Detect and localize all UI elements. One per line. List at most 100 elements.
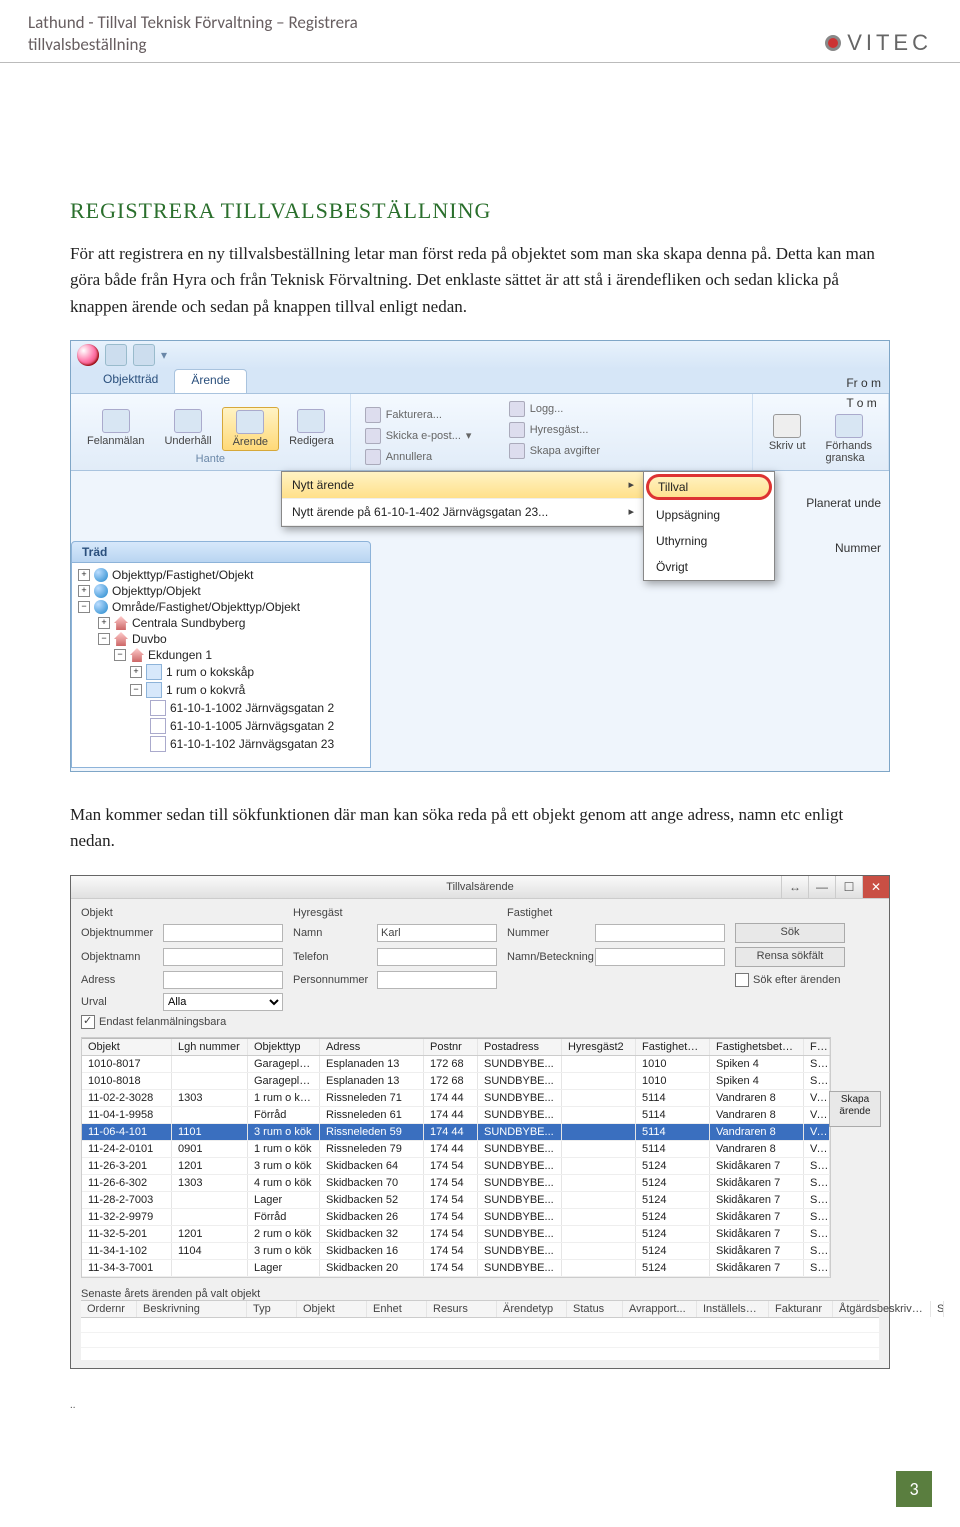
col-hyresgast2[interactable]: Hyresgäst2 <box>562 1039 636 1055</box>
collapse-icon[interactable]: − <box>114 649 126 661</box>
ribbon-forhandsgranska[interactable]: Förhands granska <box>816 412 882 466</box>
table-row[interactable]: 11-26-6-30213034 rum o kökSkidbacken 701… <box>82 1175 830 1192</box>
expand-icon[interactable]: + <box>98 617 110 629</box>
dropdown-nytt-arende[interactable]: Nytt ärende▸ <box>282 472 644 499</box>
tree-node[interactable]: 61-10-1-1005 Järnvägsgatan 2 <box>170 719 334 733</box>
ribbon-fakturera[interactable]: Fakturera... <box>357 406 480 424</box>
skapa-arende-button[interactable]: Skapa ärende <box>829 1091 881 1127</box>
col-objekt2[interactable]: Objekt <box>297 1301 367 1317</box>
col-status[interactable]: Status <box>567 1301 623 1317</box>
expand-icon[interactable]: + <box>78 569 90 581</box>
tree-node[interactable]: 1 rum o kokvrå <box>166 683 245 697</box>
col-postadress[interactable]: Postadress <box>478 1039 562 1055</box>
help-button[interactable]: ↔ <box>781 876 808 898</box>
tree-node[interactable]: Objekttyp/Objekt <box>112 584 201 598</box>
collapse-icon[interactable]: − <box>130 684 142 696</box>
table-row[interactable]: 1010-8017GarageplatsEsplanaden 13172 68S… <box>82 1056 830 1073</box>
submenu-uthyrning[interactable]: Uthyrning <box>644 528 774 554</box>
col-ordernr[interactable]: Ordernr <box>81 1301 137 1317</box>
label-hyresgast: Hyresgäst <box>293 907 367 919</box>
dropdown-nytt-arende-pa[interactable]: Nytt ärende på 61-10-1-402 Järnvägsgatan… <box>282 499 644 526</box>
tree-node[interactable]: 1 rum o kokskåp <box>166 665 254 679</box>
submenu-tillval[interactable]: Tillval <box>646 474 772 500</box>
col-avrapport[interactable]: Avrapport... <box>623 1301 697 1317</box>
table-row[interactable]: 11-34-3-7001LagerSkidbacken 20174 54SUND… <box>82 1260 830 1277</box>
input-objektnummer[interactable] <box>163 924 283 942</box>
col-objekttyp[interactable]: Objekttyp <box>248 1039 320 1055</box>
ribbon-underhall[interactable]: Underhåll <box>154 407 221 451</box>
table-row[interactable]: 11-02-2-302813031 rum o kok...Rissnelede… <box>82 1090 830 1107</box>
col-typ[interactable]: Typ <box>247 1301 297 1317</box>
col-beskrivning[interactable]: Beskrivning <box>137 1301 247 1317</box>
qat-button[interactable] <box>105 344 127 366</box>
col-lgh[interactable]: Lgh nummer <box>172 1039 248 1055</box>
col-arendetyp[interactable]: Ärendetyp <box>497 1301 567 1317</box>
col-adress[interactable]: Adress <box>320 1039 424 1055</box>
printer-icon <box>773 414 801 438</box>
input-namn[interactable]: Karl <box>377 924 497 942</box>
tree-node[interactable]: Centrala Sundbyberg <box>132 616 245 630</box>
submenu-ovrigt[interactable]: Övrigt <box>644 554 774 580</box>
col-fasty[interactable]: Fasty <box>804 1039 830 1055</box>
col-postnr[interactable]: Postnr <box>424 1039 478 1055</box>
expand-icon[interactable]: + <box>130 666 142 678</box>
col-installelsetid[interactable]: Inställelsetid <box>697 1301 769 1317</box>
input-nummer[interactable] <box>595 924 725 942</box>
input-telefon[interactable] <box>377 948 497 966</box>
col-skapad[interactable]: Skapad av <box>931 1301 944 1317</box>
table-row[interactable]: 11-06-4-10111013 rum o kökRissneleden 59… <box>82 1124 830 1141</box>
tab-arende[interactable]: Ärende <box>174 369 247 393</box>
maximize-button[interactable]: ☐ <box>835 876 862 898</box>
table-row[interactable]: 11-32-2-9979FörrådSkidbacken 26174 54SUN… <box>82 1209 830 1226</box>
tree-node[interactable]: Ekdungen 1 <box>148 648 212 662</box>
qat-button[interactable] <box>133 344 155 366</box>
app-orb-icon[interactable] <box>77 344 99 366</box>
expand-icon[interactable]: + <box>78 585 90 597</box>
col-objekt[interactable]: Objekt <box>82 1039 172 1055</box>
submenu-uppsagning[interactable]: Uppsägning <box>644 502 774 528</box>
tree-node[interactable]: 61-10-1-1002 Järnvägsgatan 2 <box>170 701 334 715</box>
ribbon-redigera[interactable]: Redigera <box>279 407 344 451</box>
col-atgard[interactable]: Åtgärdsbeskrivni... <box>833 1301 931 1317</box>
close-button[interactable]: ✕ <box>862 876 889 898</box>
minimize-button[interactable]: — <box>808 876 835 898</box>
table-row[interactable]: 11-24-2-010109011 rum o kökRissneleden 7… <box>82 1141 830 1158</box>
tree-node[interactable]: Duvbo <box>132 632 167 646</box>
col-resurs[interactable]: Resurs <box>427 1301 497 1317</box>
collapse-icon[interactable]: − <box>98 633 110 645</box>
ribbon-skapa-avgifter[interactable]: Skapa avgifter <box>501 442 608 460</box>
person-icon <box>509 422 525 438</box>
col-fastighetsn[interactable]: Fastighetsn... <box>636 1039 710 1055</box>
table-row[interactable]: 11-32-5-20112012 rum o kökSkidbacken 321… <box>82 1226 830 1243</box>
checkbox-sok-efter-arenden[interactable] <box>735 973 749 987</box>
tree-node[interactable]: Objekttyp/Fastighet/Objekt <box>112 568 253 582</box>
ribbon-skicka-epost[interactable]: Skicka e-post... ▾ <box>357 427 480 445</box>
col-fakturanr[interactable]: Fakturanr <box>769 1301 833 1317</box>
select-urval[interactable]: Alla <box>163 993 283 1011</box>
collapse-icon[interactable]: − <box>78 601 90 613</box>
ribbon-hyresgast[interactable]: Hyresgäst... <box>501 421 608 439</box>
table-row[interactable]: 11-26-3-20112013 rum o kökSkidbacken 641… <box>82 1158 830 1175</box>
col-enhet[interactable]: Enhet <box>367 1301 427 1317</box>
col-fastbet[interactable]: Fastighetsbeteckning <box>710 1039 804 1055</box>
input-adress[interactable] <box>163 971 283 989</box>
rensa-button[interactable]: Rensa sökfält <box>735 947 845 967</box>
ribbon-arende[interactable]: Ärende <box>222 407 279 451</box>
tree-node[interactable]: 61-10-1-102 Järnvägsgatan 23 <box>170 737 334 751</box>
tab-objekttrad[interactable]: Objektträd <box>87 369 174 393</box>
table-row[interactable]: 11-34-1-10211043 rum o kökSkidbacken 161… <box>82 1243 830 1260</box>
ribbon-skriv-ut[interactable]: Skriv ut <box>759 412 816 466</box>
ribbon-felanmalan[interactable]: Felanmälan <box>77 407 154 451</box>
tree-body[interactable]: + Objekttyp/Fastighet/Objekt + Objekttyp/O… <box>71 563 371 768</box>
table-row[interactable]: 11-04-1-9958FörrådRissneleden 61174 44SU… <box>82 1107 830 1124</box>
input-personnr[interactable] <box>377 971 497 989</box>
input-objektnamn[interactable] <box>163 948 283 966</box>
sok-button[interactable]: Sök <box>735 923 845 943</box>
checkbox-endast-felanmalningsbara[interactable]: ✓ <box>81 1015 95 1029</box>
table-row[interactable]: 11-28-2-7003LagerSkidbacken 52174 54SUND… <box>82 1192 830 1209</box>
ribbon-annullera[interactable]: Annullera <box>357 448 480 466</box>
tree-node[interactable]: Område/Fastighet/Objekttyp/Objekt <box>112 600 300 614</box>
ribbon-logg[interactable]: Logg... <box>501 400 608 418</box>
table-row[interactable]: 1010-8018GarageplatsEsplanaden 13172 68S… <box>82 1073 830 1090</box>
input-beteckning[interactable] <box>595 948 725 966</box>
